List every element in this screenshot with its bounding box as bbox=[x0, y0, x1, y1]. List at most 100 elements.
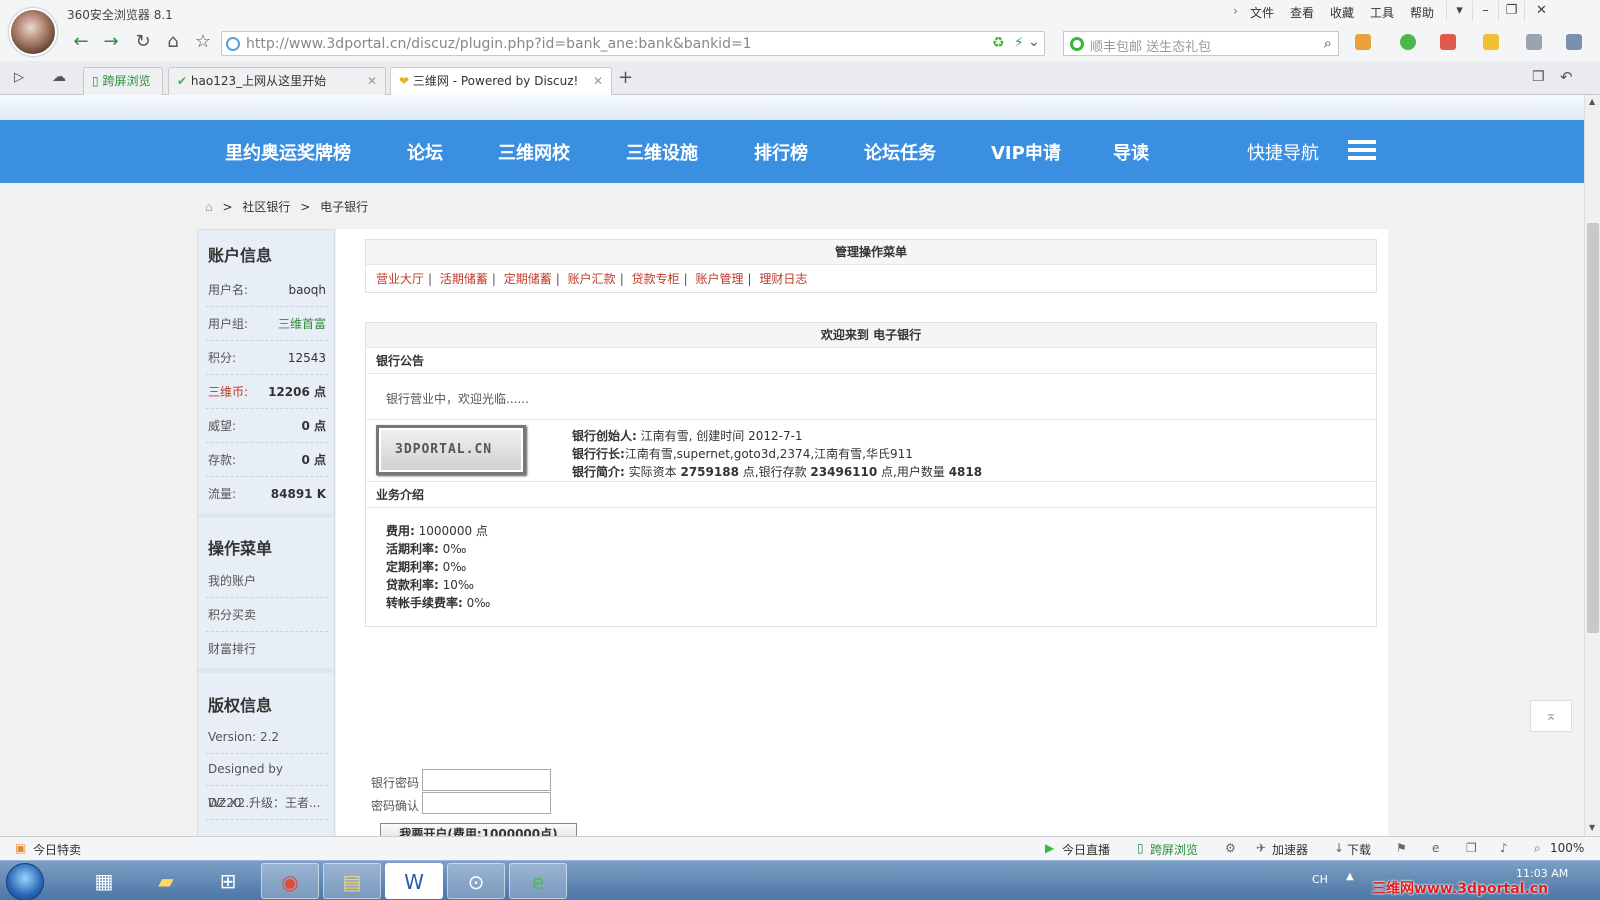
link-remittance[interactable]: 账户汇款 bbox=[568, 272, 616, 286]
nav-quick[interactable]: 快捷导航 bbox=[1247, 139, 1319, 165]
cloud-icon[interactable]: ☁ bbox=[52, 69, 66, 85]
breadcrumb-ebank[interactable]: 电子银行 bbox=[320, 200, 368, 214]
tab-cross-screen[interactable]: ▯ 跨屏浏览 bbox=[83, 67, 163, 95]
tray-expand-icon[interactable]: ▲ bbox=[1346, 871, 1354, 882]
search-engine-icon[interactable] bbox=[1070, 37, 1084, 51]
nav-vip[interactable]: VIP申请 bbox=[991, 139, 1061, 165]
back-icon[interactable]: ← bbox=[68, 31, 94, 55]
restore-tabs-icon[interactable]: ❐ bbox=[1532, 69, 1545, 85]
speed-browser-icon[interactable]: e bbox=[509, 863, 567, 899]
nav-forum[interactable]: 论坛 bbox=[407, 139, 443, 165]
forward-icon[interactable]: → bbox=[98, 31, 124, 55]
minimize-button[interactable]: – bbox=[1472, 1, 1498, 21]
scroll-thumb[interactable] bbox=[1587, 223, 1599, 633]
refresh-icon[interactable]: ↻ bbox=[130, 31, 156, 55]
home-icon[interactable]: ⌂ bbox=[205, 200, 213, 214]
search-input[interactable]: 顺丰包邮 送生态礼包 bbox=[1090, 36, 1211, 55]
tab-label: 三维网 - Powered by Discuz! bbox=[412, 74, 579, 88]
menu-tools[interactable]: 工具 bbox=[1370, 4, 1394, 21]
word-icon[interactable]: W bbox=[385, 863, 443, 899]
image-icon[interactable] bbox=[1526, 34, 1542, 50]
search-icon[interactable]: ⌕ bbox=[1324, 34, 1332, 52]
chevron-down-icon[interactable]: ⌄ bbox=[1028, 34, 1040, 50]
nav-guide[interactable]: 导读 bbox=[1113, 139, 1149, 165]
maximize-button[interactable]: ❐ bbox=[1498, 1, 1524, 21]
apps-icon[interactable] bbox=[1355, 34, 1371, 50]
reader-icon[interactable] bbox=[1440, 34, 1456, 50]
calculator-icon[interactable]: ▦ bbox=[75, 863, 133, 899]
flag-icon[interactable]: ⚑ bbox=[1396, 841, 1407, 855]
settings-icon[interactable]: ⚙ bbox=[1225, 841, 1236, 855]
sidebar-item-my-account[interactable]: 我的账户 bbox=[206, 564, 328, 598]
status-cross-screen[interactable]: 跨屏浏览 bbox=[1150, 841, 1198, 858]
explorer-icon[interactable]: ▤ bbox=[323, 863, 381, 899]
close-icon[interactable]: ✕ bbox=[593, 68, 603, 94]
link-loans[interactable]: 贷款专柜 bbox=[632, 272, 680, 286]
close-button[interactable]: ✕ bbox=[1524, 1, 1558, 21]
scroll-up-icon[interactable]: ▲ bbox=[1589, 97, 1595, 106]
url-bar[interactable]: http://www.3dportal.cn/discuz/plugin.php… bbox=[221, 31, 1045, 56]
link-finance-log[interactable]: 理财日志 bbox=[759, 272, 807, 286]
nav-facilities[interactable]: 三维设施 bbox=[626, 139, 698, 165]
row-key: 用户组: bbox=[208, 317, 249, 331]
tab-hao123[interactable]: ✔ hao123_上网从这里开始 ✕ bbox=[168, 67, 386, 95]
lightning-icon[interactable]: ⚡ bbox=[1014, 35, 1024, 51]
status-live[interactable]: 今日直播 bbox=[1062, 841, 1110, 858]
shirt-icon[interactable]: ▾ bbox=[1446, 1, 1472, 21]
ie-icon[interactable]: e bbox=[1432, 841, 1439, 855]
gift-icon[interactable] bbox=[1483, 34, 1499, 50]
search-box[interactable]: 顺丰包邮 送生态礼包 ⌕ bbox=[1063, 31, 1339, 56]
sidebar-item-wealth-rank[interactable]: 财富排行 bbox=[206, 632, 328, 666]
speaker-icon[interactable]: ♪ bbox=[1500, 841, 1508, 855]
remote-desktop-icon[interactable]: ⊞ bbox=[199, 863, 257, 899]
fee-value: 1000000 点 bbox=[418, 524, 488, 538]
window-icon[interactable]: ❐ bbox=[1466, 841, 1477, 855]
password-input[interactable] bbox=[422, 769, 551, 791]
link-fixed-savings[interactable]: 定期储蓄 bbox=[504, 272, 552, 286]
link-demand-savings[interactable]: 活期储蓄 bbox=[440, 272, 488, 286]
nav-school[interactable]: 三维网校 bbox=[498, 139, 570, 165]
close-icon[interactable]: ✕ bbox=[367, 68, 377, 94]
menu-list-icon[interactable] bbox=[1348, 140, 1376, 162]
browser-360-icon[interactable]: ◉ bbox=[261, 863, 319, 899]
chevron-right-icon[interactable]: › bbox=[1233, 4, 1238, 18]
status-download[interactable]: 下载 bbox=[1347, 841, 1371, 858]
back-to-top-icon[interactable]: ⌅ bbox=[1530, 700, 1572, 732]
new-tab-button[interactable]: + bbox=[618, 67, 633, 88]
screenshot-icon[interactable] bbox=[1566, 34, 1582, 50]
baidu-icon[interactable]: ⊙ bbox=[447, 863, 505, 899]
undo-icon[interactable]: ↶ bbox=[1560, 68, 1573, 86]
yen-icon[interactable] bbox=[1400, 34, 1416, 50]
menu-view[interactable]: 查看 bbox=[1290, 4, 1314, 21]
status-accelerator[interactable]: 加速器 bbox=[1272, 841, 1308, 858]
status-zoom[interactable]: 100% bbox=[1550, 841, 1584, 855]
confirm-input[interactable] bbox=[422, 792, 551, 814]
open-account-button[interactable]: 我要开户(费用:1000000点) bbox=[380, 823, 577, 836]
avatar[interactable] bbox=[9, 8, 57, 56]
star-icon[interactable]: ☆ bbox=[190, 31, 216, 55]
sidebar-item-points-trade[interactable]: 积分买卖 bbox=[206, 598, 328, 632]
breadcrumb-sep: > bbox=[300, 200, 311, 214]
menu-favorites[interactable]: 收藏 bbox=[1330, 4, 1354, 21]
status-today-sale[interactable]: 今日特卖 bbox=[33, 841, 81, 858]
sidebar-toggle-icon[interactable]: ▷ bbox=[14, 70, 24, 85]
link-account-mgmt[interactable]: 账户管理 bbox=[695, 272, 743, 286]
sticky-notes-icon[interactable]: ▰ bbox=[137, 863, 195, 899]
url-text[interactable]: http://www.3dportal.cn/discuz/plugin.php… bbox=[246, 36, 752, 52]
recycle-icon[interactable]: ♻ bbox=[992, 35, 1005, 51]
start-button[interactable] bbox=[6, 863, 44, 900]
nav-ranking[interactable]: 排行榜 bbox=[754, 139, 808, 165]
scroll-down-icon[interactable]: ▼ bbox=[1589, 823, 1595, 832]
language-indicator[interactable]: CH bbox=[1312, 873, 1328, 886]
tab-3dportal[interactable]: ❤ 三维网 - Powered by Discuz! ✕ bbox=[390, 67, 612, 96]
nav-olympics[interactable]: 里约奥运奖牌榜 bbox=[225, 139, 351, 165]
nav-tasks[interactable]: 论坛任务 bbox=[864, 139, 936, 165]
breadcrumb-bank[interactable]: 社区银行 bbox=[242, 200, 290, 214]
home-icon[interactable]: ⌂ bbox=[160, 31, 186, 55]
app-title: 360安全浏览器 8.1 bbox=[67, 8, 173, 22]
scrollbar[interactable]: ▲ ▼ bbox=[1584, 95, 1600, 836]
link-lobby[interactable]: 营业大厅 bbox=[376, 272, 424, 286]
menu-file[interactable]: 文件 bbox=[1250, 4, 1274, 21]
menu-help[interactable]: 帮助 bbox=[1410, 4, 1434, 21]
fee-label: 费用: bbox=[386, 524, 415, 538]
